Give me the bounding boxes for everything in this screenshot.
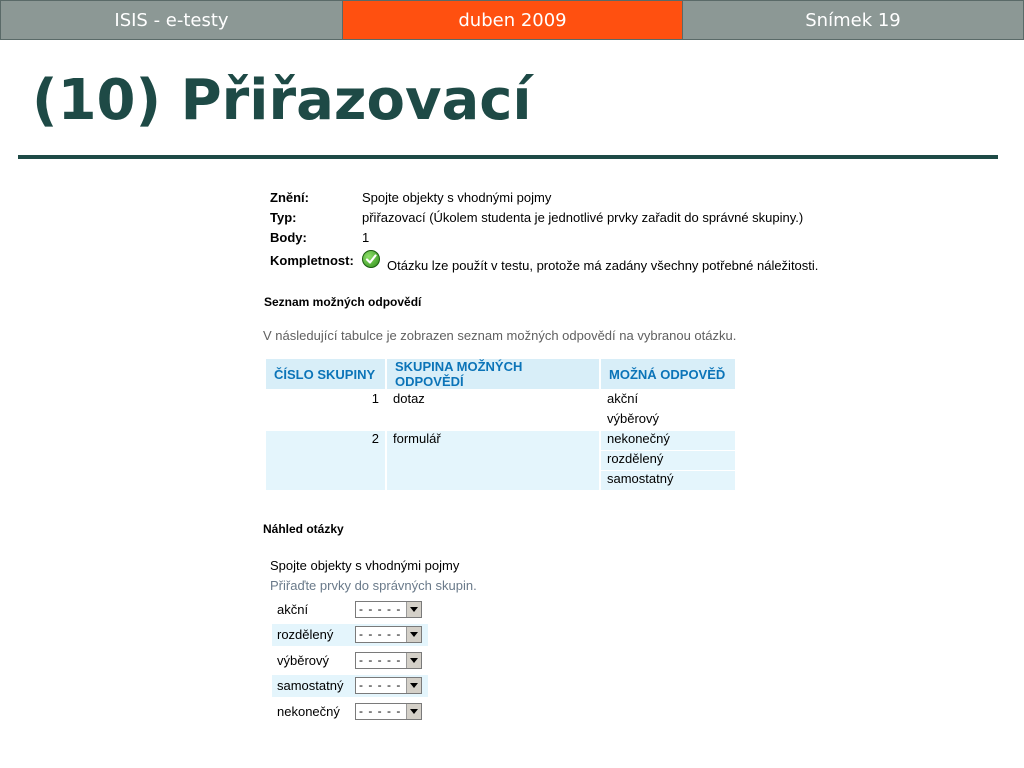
preview-row: rozdělený - - - - - <box>272 624 428 646</box>
group-name: dotaz <box>387 391 599 431</box>
group-select[interactable]: - - - - - <box>355 601 422 618</box>
group-number: 2 <box>266 431 385 491</box>
group-select[interactable]: - - - - - <box>355 703 422 720</box>
select-value: - - - - - <box>359 704 402 718</box>
preview-row: nekonečný - - - - - <box>272 701 428 723</box>
typ-value: přiřazovací (Úkolem studenta je jednotli… <box>362 210 804 225</box>
group-select[interactable]: - - - - - <box>355 677 422 694</box>
table-header-row: ČÍSLO SKUPINY SKUPINA MOŽNÝCH ODPOVĚDÍ M… <box>266 359 735 391</box>
select-value: - - - - - <box>359 678 402 692</box>
group-name: formulář <box>387 431 599 491</box>
preview-heading: Náhled otázky <box>263 522 344 536</box>
preview-row: samostatný - - - - - <box>272 675 428 697</box>
column-header-answer: MOŽNÁ ODPOVĚĎ <box>601 359 735 391</box>
group-select[interactable]: - - - - - <box>355 652 422 669</box>
answer-cell: výběrový <box>601 411 735 431</box>
preview-row-label: výběrový <box>277 653 330 668</box>
answer-cell: nekonečný <box>601 431 735 451</box>
answers-table: ČÍSLO SKUPINY SKUPINA MOŽNÝCH ODPOVĚDÍ M… <box>264 359 737 491</box>
answers-heading: Seznam možných odpovědí <box>264 295 422 309</box>
preview-hint: Přiřaďte prvky do správných skupin. <box>270 578 477 593</box>
preview-row-label: samostatný <box>277 678 344 693</box>
header-slide-number: Snímek 19 <box>682 0 1024 40</box>
select-value: - - - - - <box>359 653 402 667</box>
answer-cell: samostatný <box>601 471 735 491</box>
kompletnost-label: Kompletnost: <box>270 253 354 268</box>
chevron-down-icon[interactable] <box>406 602 421 617</box>
preview-question: Spojte objekty s vhodnými pojmy <box>270 558 460 573</box>
preview-row: výběrový - - - - - <box>272 650 428 672</box>
chevron-down-icon[interactable] <box>406 704 421 719</box>
group-select[interactable]: - - - - - <box>355 626 422 643</box>
header-presentation-name: ISIS - e-testy <box>0 0 343 40</box>
select-value: - - - - - <box>359 627 402 641</box>
select-value: - - - - - <box>359 602 402 616</box>
preview-row: akční - - - - - <box>272 599 428 621</box>
kompletnost-value: Otázku lze použít v testu, protože má za… <box>387 258 819 273</box>
title-divider <box>18 155 998 159</box>
answer-cell: akční <box>601 391 735 411</box>
zneni-value: Spojte objekty s vhodnými pojmy <box>362 190 552 205</box>
green-check-icon <box>362 250 380 268</box>
table-row: 1 dotaz akční <box>266 391 735 431</box>
column-header-group-number: ČÍSLO SKUPINY <box>266 359 385 391</box>
preview-row-label: nekonečný <box>277 704 340 719</box>
body-value: 1 <box>362 230 370 245</box>
answer-cell: rozdělený <box>601 451 735 471</box>
body-label: Body: <box>270 230 307 245</box>
zneni-label: Znění: <box>270 190 309 205</box>
table-row: 2 formulář nekonečný <box>266 431 735 491</box>
header-date: duben 2009 <box>343 0 682 40</box>
column-header-group-name: SKUPINA MOŽNÝCH ODPOVĚDÍ <box>387 359 599 391</box>
chevron-down-icon[interactable] <box>406 653 421 668</box>
group-number: 1 <box>266 391 385 431</box>
slide-header: ISIS - e-testy duben 2009 Snímek 19 <box>0 0 1024 40</box>
slide-title: (10) Přiřazovací <box>32 68 532 133</box>
typ-label: Typ: <box>270 210 297 225</box>
preview-row-label: akční <box>277 602 309 617</box>
chevron-down-icon[interactable] <box>406 627 421 642</box>
chevron-down-icon[interactable] <box>406 678 421 693</box>
preview-row-label: rozdělený <box>277 627 334 642</box>
answers-description: V následující tabulce je zobrazen seznam… <box>263 328 737 343</box>
